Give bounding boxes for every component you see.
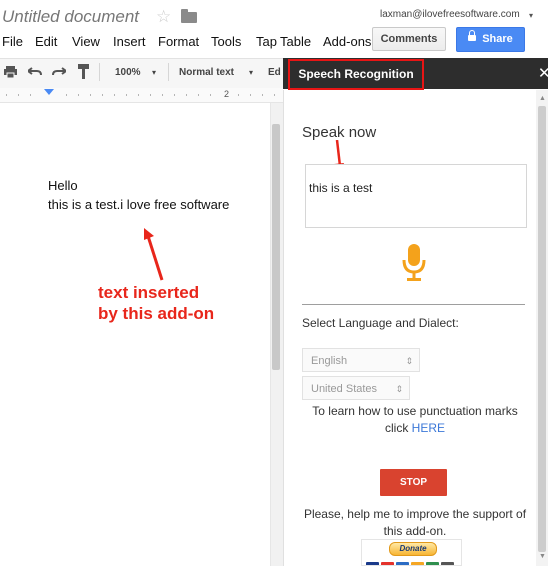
menu-file[interactable]: File bbox=[2, 34, 23, 49]
annotation-line: by this add-on bbox=[98, 304, 215, 323]
style-select[interactable]: Normal text bbox=[179, 67, 234, 78]
style-caret-icon[interactable]: ▾ bbox=[249, 68, 253, 77]
dialect-value: United States bbox=[311, 383, 378, 395]
toolbar-separator bbox=[99, 63, 100, 81]
language-value: English bbox=[311, 355, 348, 367]
menu-insert[interactable]: Insert bbox=[113, 34, 146, 49]
annotation-line: text inserted bbox=[98, 283, 200, 302]
menu-format[interactable]: Format bbox=[158, 34, 199, 49]
zoom-caret-icon[interactable]: ▾ bbox=[152, 68, 156, 77]
sidebar-divider bbox=[302, 304, 525, 305]
document-text-line[interactable]: this is a test.i love free software bbox=[48, 197, 229, 212]
font-select[interactable]: Ed bbox=[268, 67, 281, 78]
undo-icon[interactable] bbox=[28, 66, 42, 77]
document-title[interactable]: Untitled document bbox=[2, 7, 139, 27]
document-scrollbar-thumb[interactable] bbox=[272, 124, 280, 370]
language-label: Select Language and Dialect: bbox=[302, 316, 459, 330]
menu-addons[interactable]: Add-ons bbox=[323, 34, 371, 49]
document-page[interactable] bbox=[0, 103, 270, 566]
ruler-ticks bbox=[6, 94, 275, 96]
select-caret-icon: ⇕ bbox=[395, 384, 403, 394]
menu-table[interactable]: Table bbox=[280, 34, 311, 49]
account-caret-icon[interactable]: ▾ bbox=[529, 11, 533, 20]
menu-tools[interactable]: Tools bbox=[211, 34, 241, 49]
support-text: Please, help me to improve the support o… bbox=[303, 507, 527, 538]
paint-format-icon[interactable] bbox=[78, 64, 90, 79]
indent-marker[interactable] bbox=[44, 89, 54, 95]
star-icon[interactable]: ☆ bbox=[156, 7, 171, 27]
menu-tap[interactable]: Tap bbox=[256, 34, 277, 49]
toolbar-separator bbox=[168, 63, 169, 81]
speak-now-heading: Speak now bbox=[302, 124, 377, 141]
sidebar-title: Speech Recognition bbox=[288, 59, 424, 90]
folder-icon[interactable] bbox=[181, 9, 197, 23]
document-text-line[interactable]: Hello bbox=[48, 178, 78, 193]
annotation-label: text inserted by this add-on bbox=[98, 282, 214, 324]
redo-icon[interactable] bbox=[52, 66, 66, 77]
donate-button[interactable]: Donate bbox=[361, 539, 462, 566]
scroll-down-icon[interactable]: ▼ bbox=[539, 553, 546, 560]
print-icon[interactable] bbox=[4, 66, 17, 78]
payment-cards-icon bbox=[366, 557, 458, 565]
lock-icon bbox=[468, 30, 477, 42]
account-email[interactable]: laxman@ilovefreesoftware.com bbox=[380, 9, 520, 20]
comments-button[interactable]: Comments bbox=[372, 27, 446, 51]
menu-view[interactable]: View bbox=[72, 34, 100, 49]
share-button[interactable]: Share bbox=[456, 27, 525, 52]
menu-edit[interactable]: Edit bbox=[35, 34, 57, 49]
annotation-arrow-icon bbox=[144, 228, 164, 281]
punctuation-help-link[interactable]: HERE bbox=[412, 421, 445, 435]
ruler-label-2: 2 bbox=[224, 89, 230, 99]
language-select[interactable]: English ⇕ bbox=[302, 348, 420, 372]
share-label: Share bbox=[482, 33, 513, 45]
close-icon[interactable]: ✕ bbox=[538, 64, 548, 82]
transcript-text: this is a test bbox=[309, 181, 373, 195]
scroll-up-icon[interactable]: ▲ bbox=[539, 95, 546, 102]
dialect-select[interactable]: United States ⇕ bbox=[302, 376, 410, 400]
select-caret-icon: ⇕ bbox=[405, 356, 413, 366]
transcript-textarea[interactable] bbox=[305, 164, 527, 228]
donate-label: Donate bbox=[389, 542, 437, 556]
stop-button[interactable]: STOP bbox=[380, 469, 447, 496]
microphone-icon[interactable] bbox=[401, 243, 427, 283]
sidebar-scrollbar-thumb[interactable] bbox=[538, 106, 546, 552]
zoom-select[interactable]: 100% bbox=[115, 67, 141, 78]
punctuation-help-text: To learn how to use punctuation marks cl… bbox=[300, 403, 530, 437]
